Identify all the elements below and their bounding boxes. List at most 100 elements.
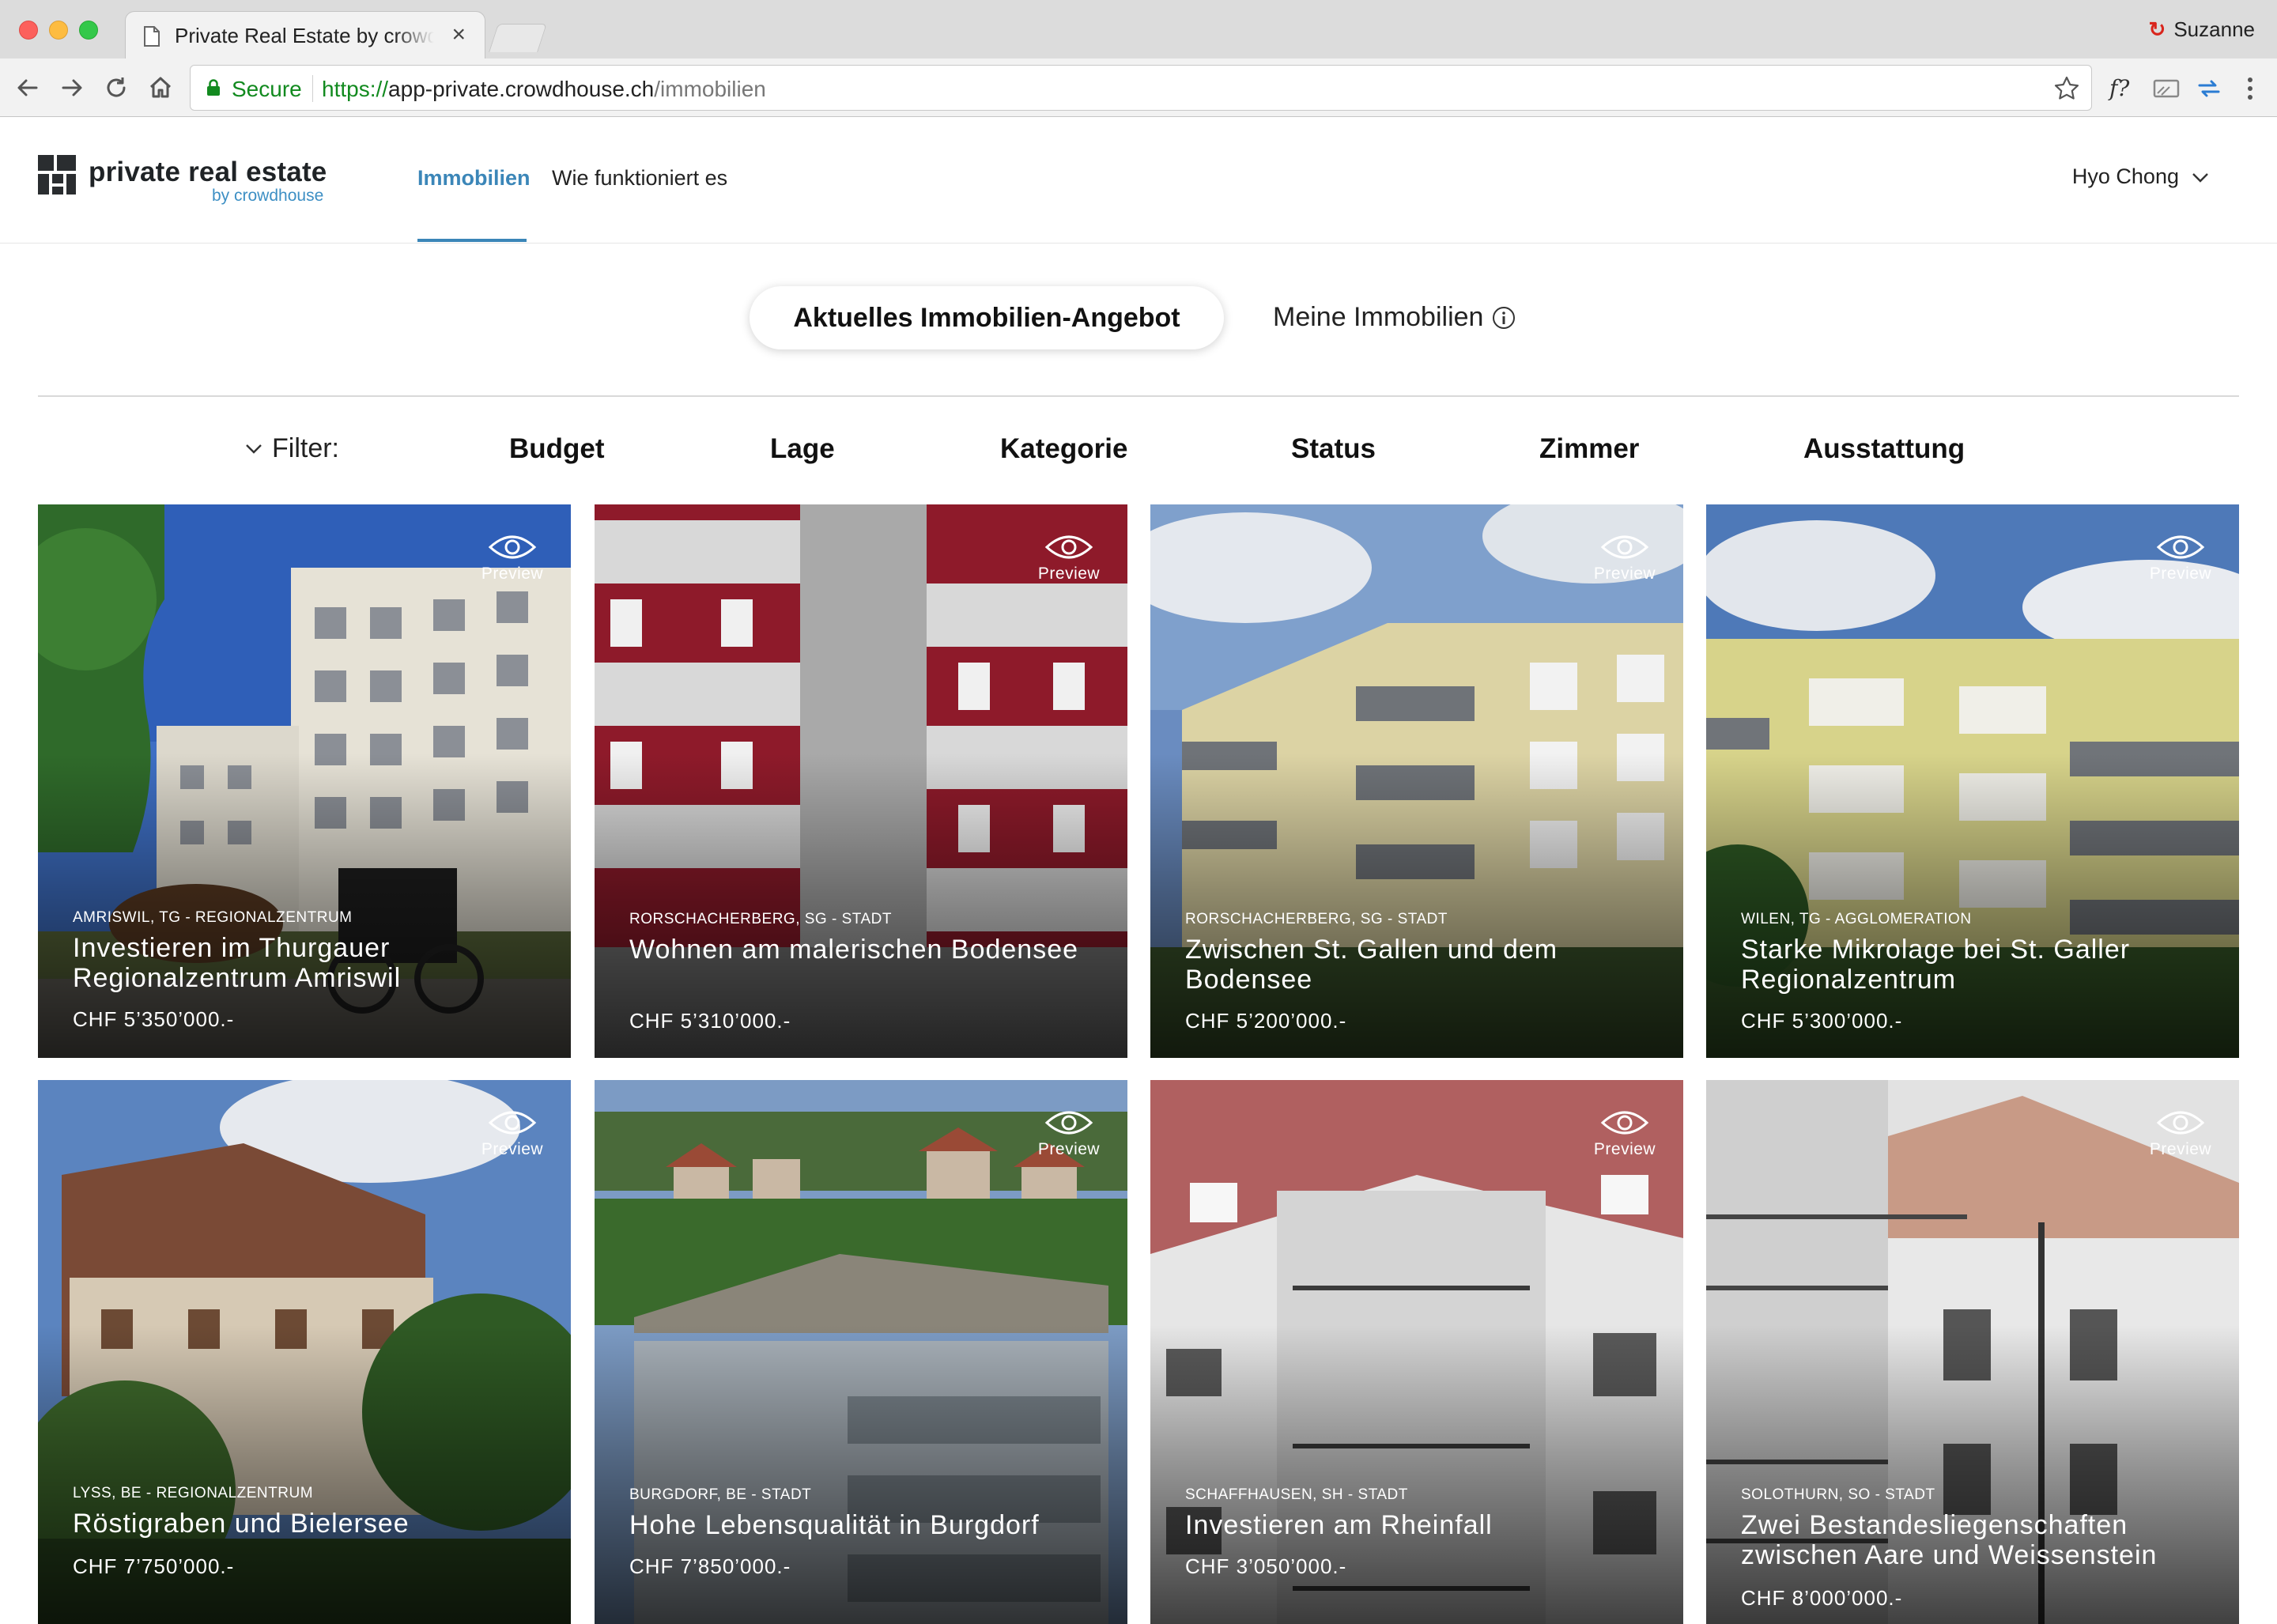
card-location: Solothurn, SO - Stadt xyxy=(1741,1486,1935,1503)
nav-immobilien[interactable]: Immobilien xyxy=(417,166,531,191)
new-tab-button[interactable] xyxy=(489,24,547,52)
browser-toolbar: Secure https://app-private.crowdhouse.ch… xyxy=(0,59,2277,117)
eye-icon xyxy=(2156,535,2205,559)
card-price: CHF 8’000’000.- xyxy=(1741,1586,1903,1610)
preview-button[interactable]: Preview xyxy=(2141,1107,2220,1159)
url-text[interactable]: https://app-private.crowdhouse.ch/immobi… xyxy=(322,77,766,102)
address-bar[interactable]: Secure https://app-private.crowdhouse.ch… xyxy=(190,65,2092,111)
preview-button[interactable]: Preview xyxy=(2141,531,2220,584)
nav-active-indicator xyxy=(417,239,527,242)
forward-icon[interactable] xyxy=(57,73,87,103)
card-title[interactable]: Starke Mikrolage bei St. Galler Regional… xyxy=(1741,935,2215,995)
url-host: app-private.crowdhouse.ch xyxy=(388,77,655,101)
nav-wie-funktioniert-es[interactable]: Wie funktioniert es xyxy=(552,166,727,191)
card-price: CHF 5’200’000.- xyxy=(1185,1009,1347,1033)
address-separator xyxy=(312,75,313,102)
tab-meine-immobilien[interactable]: Meine Immobilien xyxy=(1273,302,1483,333)
profile-button[interactable]: ↻ Suzanne xyxy=(2149,17,2255,42)
preview-button[interactable]: Preview xyxy=(1585,1107,1664,1159)
card-location: Wilen, TG - Agglomeration xyxy=(1741,911,1972,927)
filter-lage[interactable]: Lage xyxy=(770,433,835,465)
card-gradient xyxy=(595,504,1127,1058)
eye-icon xyxy=(488,535,537,559)
menu-icon[interactable] xyxy=(2234,73,2266,104)
preview-label: Preview xyxy=(481,565,544,583)
eye-icon xyxy=(1044,535,1093,559)
filter-toggle[interactable]: Filter: xyxy=(245,433,339,464)
card-price: CHF 7’850’000.- xyxy=(629,1554,791,1578)
site-header: private real estate by crowdhouse Immobi… xyxy=(0,117,2277,244)
property-card[interactable]: Preview Rorschacherberg, SG - Stadt Wohn… xyxy=(595,504,1127,1058)
card-title[interactable]: Wohnen am malerischen Bodensee xyxy=(629,935,1104,965)
preview-label: Preview xyxy=(2149,565,2212,583)
tab-aktuelles-angebot[interactable]: Aktuelles Immobilien-Angebot xyxy=(750,286,1224,349)
card-gradient xyxy=(38,1080,571,1624)
card-price: CHF 5’310’000.- xyxy=(629,1009,791,1033)
maximize-window-button[interactable] xyxy=(79,21,98,40)
eye-icon xyxy=(1600,535,1649,559)
cast-icon[interactable] xyxy=(2150,73,2182,104)
url-path: /immobilien xyxy=(654,77,766,101)
card-location: Schaffhausen, SH - Stadt xyxy=(1185,1486,1408,1503)
card-location: Rorschacherberg, SG - Stadt xyxy=(1185,911,1448,927)
property-card[interactable]: Preview Burgdorf, BE - Stadt Hohe Lebens… xyxy=(595,1080,1127,1624)
card-gradient xyxy=(595,1080,1127,1624)
filter-kategorie[interactable]: Kategorie xyxy=(1000,433,1127,465)
property-card[interactable]: Preview Wilen, TG - Agglomeration Starke… xyxy=(1706,504,2239,1058)
filter-label: Filter: xyxy=(272,433,339,463)
card-title[interactable]: Röstigraben und Bielersee xyxy=(73,1509,547,1539)
card-price: CHF 5’350’000.- xyxy=(73,1007,235,1031)
user-name: Hyo Chong xyxy=(2071,164,2179,188)
card-title[interactable]: Investieren im Thurgauer Regionalzentrum… xyxy=(73,933,547,993)
card-title[interactable]: Hohe Lebensqualität in Burgdorf xyxy=(629,1510,1104,1540)
star-icon[interactable] xyxy=(2053,75,2080,102)
logo-title[interactable]: private real estate xyxy=(89,157,327,188)
document-icon xyxy=(144,26,160,47)
profile-icon: ↻ xyxy=(2148,17,2166,41)
profile-name: Suzanne xyxy=(2173,17,2255,41)
preview-button[interactable]: Preview xyxy=(473,531,552,584)
browser-tab[interactable]: Private Real Estate by crowdhouse × xyxy=(125,11,485,59)
card-title[interactable]: Investieren am Rheinfall xyxy=(1185,1510,1660,1540)
preview-label: Preview xyxy=(1593,1140,1656,1158)
info-icon[interactable] xyxy=(1491,305,1516,330)
preview-button[interactable]: Preview xyxy=(1029,531,1108,584)
close-window-button[interactable] xyxy=(19,21,38,40)
section-divider xyxy=(38,395,2239,397)
chevron-down-icon xyxy=(2192,173,2208,183)
reload-icon[interactable] xyxy=(101,73,131,103)
tab-close-button[interactable]: × xyxy=(451,21,466,48)
logo-mark-icon[interactable] xyxy=(38,155,76,195)
card-price: CHF 5’300’000.- xyxy=(1741,1009,1903,1033)
back-icon[interactable] xyxy=(13,73,43,103)
filter-budget[interactable]: Budget xyxy=(509,433,605,465)
property-card[interactable]: Preview Rorschacherberg, SG - Stadt Zwis… xyxy=(1150,504,1683,1058)
url-scheme: https:// xyxy=(322,77,389,101)
preview-button[interactable]: Preview xyxy=(1585,531,1664,584)
minimize-window-button[interactable] xyxy=(49,21,68,40)
card-location: Rorschacherberg, SG - Stadt xyxy=(629,911,892,927)
chevron-down-icon xyxy=(246,444,262,454)
preview-button[interactable]: Preview xyxy=(473,1107,552,1159)
sync-extension-icon[interactable] xyxy=(2193,73,2225,104)
logo-subtitle: by crowdhouse xyxy=(212,187,324,205)
card-title[interactable]: Zwischen St. Gallen und dem Bodensee xyxy=(1185,935,1660,995)
card-title[interactable]: Zwei Bestandesliegenschaften zwischen Aa… xyxy=(1741,1510,2215,1570)
card-price: CHF 3’050’000.- xyxy=(1185,1554,1347,1578)
card-location: Amriswil, TG - Regionalzentrum xyxy=(73,909,353,926)
preview-label: Preview xyxy=(481,1140,544,1158)
preview-label: Preview xyxy=(2149,1140,2212,1158)
home-icon[interactable] xyxy=(145,73,176,103)
eye-icon xyxy=(1044,1111,1093,1135)
property-card[interactable]: Preview Schaffhausen, SH - Stadt Investi… xyxy=(1150,1080,1683,1624)
filter-zimmer[interactable]: Zimmer xyxy=(1539,433,1639,465)
property-card[interactable]: Preview Amriswil, TG - Regionalzentrum I… xyxy=(38,504,571,1058)
filter-ausstattung[interactable]: Ausstattung xyxy=(1803,433,1965,465)
preview-button[interactable]: Preview xyxy=(1029,1107,1108,1159)
formula-extension-icon[interactable]: f? xyxy=(2106,73,2138,104)
filter-status[interactable]: Status xyxy=(1291,433,1376,465)
preview-label: Preview xyxy=(1037,565,1101,583)
property-card[interactable]: Preview Solothurn, SO - Stadt Zwei Besta… xyxy=(1706,1080,2239,1624)
property-card[interactable]: Preview Lyss, BE - Regionalzentrum Rösti… xyxy=(38,1080,571,1624)
eye-icon xyxy=(1600,1111,1649,1135)
